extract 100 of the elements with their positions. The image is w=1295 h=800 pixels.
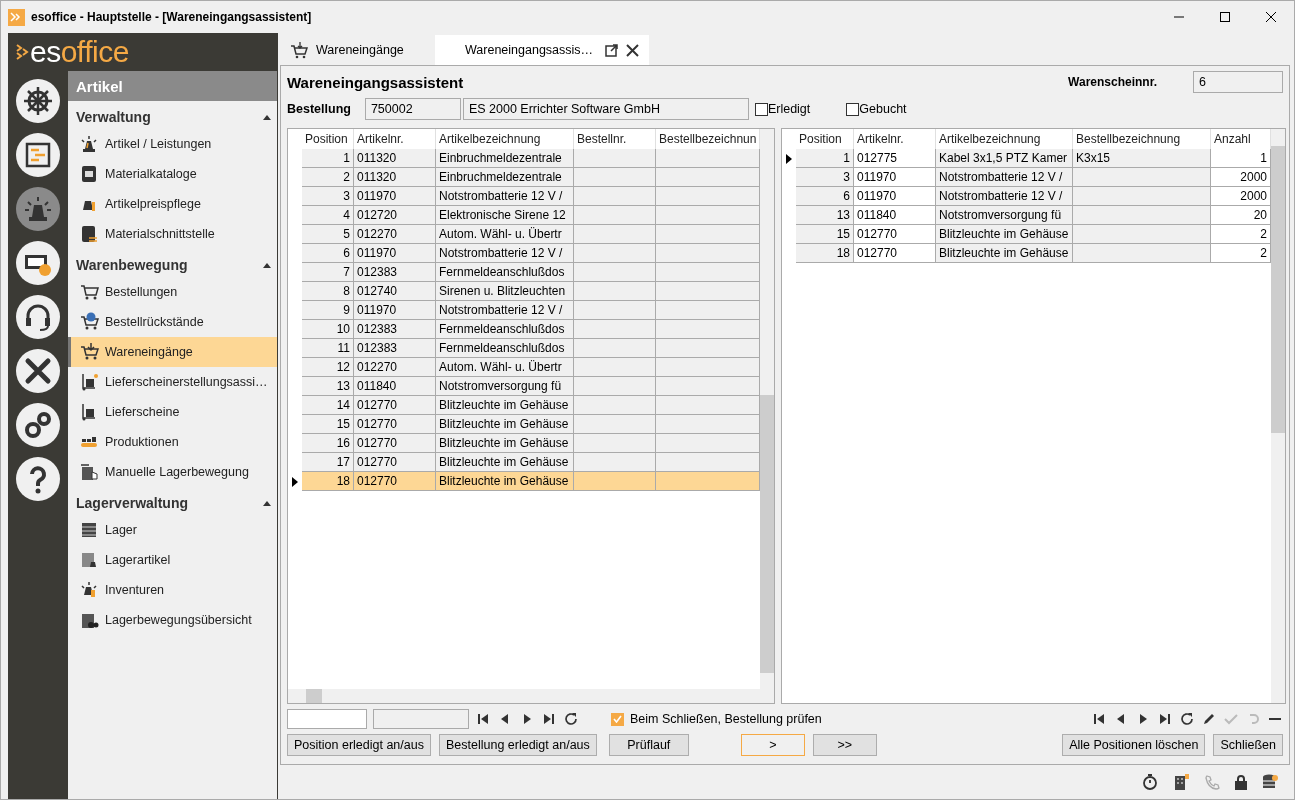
- table-cell: 011320: [354, 149, 436, 168]
- table-row[interactable]: 15 012770 Blitzleuchte im Gehäuse: [288, 415, 760, 434]
- table-cell: 13: [796, 206, 854, 225]
- last-icon[interactable]: [541, 711, 557, 727]
- table-row[interactable]: 18 012770 Blitzleuchte im Gehäuse 2: [782, 244, 1271, 263]
- refresh-icon[interactable]: [1179, 711, 1195, 727]
- table-row[interactable]: 1 011320 Einbruchmeldezentrale: [288, 149, 760, 168]
- table-cell: 1: [796, 149, 854, 168]
- close-icon[interactable]: [626, 43, 640, 57]
- checkbox[interactable]: [754, 102, 768, 116]
- checkbox[interactable]: [846, 102, 860, 116]
- table-row[interactable]: 11 012383 Fernmeldeanschlußdos: [288, 339, 760, 358]
- table-row[interactable]: 2 011320 Einbruchmeldezentrale: [288, 168, 760, 187]
- table-cell: 16: [302, 434, 354, 453]
- action-button[interactable]: Position erledigt an/aus: [287, 734, 431, 756]
- table-row[interactable]: 8 012740 Sirenen u. Blitzleuchten: [288, 282, 760, 301]
- table-cell: 012770: [354, 453, 436, 472]
- table-row[interactable]: 4 012720 Elektronische Sirene 12: [288, 206, 760, 225]
- checkbox-label: Gebucht: [859, 102, 907, 116]
- input-field[interactable]: [373, 709, 469, 729]
- horizontal-scrollbar[interactable]: [288, 689, 760, 703]
- table-row[interactable]: 15 012770 Blitzleuchte im Gehäuse 2: [782, 225, 1271, 244]
- sidebar-item[interactable]: Materialschnittstelle: [68, 219, 277, 249]
- table-row[interactable]: 7 012383 Fernmeldeanschlußdos: [288, 263, 760, 282]
- sidebar-item[interactable]: Wareneingänge: [68, 337, 277, 367]
- table-row[interactable]: 1 012775 Kabel 3x1,5 PTZ Kamer K3x15 1: [782, 149, 1271, 168]
- table-row[interactable]: 6 011970 Notstrombatterie 12 V /: [288, 244, 760, 263]
- first-icon[interactable]: [475, 711, 491, 727]
- sidebar-item[interactable]: Materialkataloge: [68, 159, 277, 189]
- edit-icon[interactable]: [1201, 711, 1217, 727]
- table-cell: 2000: [1211, 187, 1271, 206]
- table-row[interactable]: 3 011970 Notstrombatterie 12 V /: [288, 187, 760, 206]
- vertical-scrollbar[interactable]: [1271, 129, 1285, 703]
- table-cell: Autom. Wähl- u. Übertr: [436, 225, 574, 244]
- action-button[interactable]: Schließen: [1213, 734, 1283, 756]
- table-row[interactable]: 3 011970 Notstrombatterie 12 V / 2000: [782, 168, 1271, 187]
- sidebar-item[interactable]: Lieferscheine: [68, 397, 277, 427]
- siren-icon: [79, 134, 99, 154]
- table-row[interactable]: 10 012383 Fernmeldeanschlußdos: [288, 320, 760, 339]
- table-cell: 2000: [1211, 168, 1271, 187]
- table-row[interactable]: 18 012770 Blitzleuchte im Gehäuse: [288, 472, 760, 491]
- table-row[interactable]: 5 012270 Autom. Wähl- u. Übertr: [288, 225, 760, 244]
- sidebar-item[interactable]: Manuelle Lagerbewegung: [68, 457, 277, 487]
- table-cell: 012383: [354, 339, 436, 358]
- maximize-icon[interactable]: [1220, 12, 1230, 22]
- sidebar-item[interactable]: Artikelpreispflege: [68, 189, 277, 219]
- table-row[interactable]: 6 011970 Notstrombatterie 12 V / 2000: [782, 187, 1271, 206]
- vertical-scrollbar[interactable]: [760, 129, 774, 703]
- table-cell: Notstrombatterie 12 V /: [936, 168, 1073, 187]
- shelf-icon: [79, 520, 99, 540]
- sidebar-header: Artikel: [68, 71, 277, 101]
- table-cell: 011970: [854, 187, 936, 206]
- lock-icon[interactable]: [1234, 774, 1248, 790]
- stopwatch-icon[interactable]: [1142, 774, 1158, 790]
- checkbox[interactable]: [611, 712, 624, 726]
- last-icon[interactable]: [1157, 711, 1173, 727]
- action-button[interactable]: Bestellung erledigt an/aus: [438, 734, 597, 756]
- receipt-number-field[interactable]: 6: [1193, 71, 1283, 93]
- tab[interactable]: Wareneingangsassis…: [435, 35, 650, 65]
- sidebar-item[interactable]: Lieferscheinerstellungsassi…: [68, 367, 277, 397]
- collapse-icon[interactable]: [263, 262, 271, 268]
- app-logo-icon: [8, 8, 25, 26]
- database-icon[interactable]: [1262, 773, 1278, 791]
- table-row[interactable]: 12 012270 Autom. Wähl- u. Übertr: [288, 358, 760, 377]
- sidebar-item[interactable]: Lager: [68, 515, 277, 545]
- table-row[interactable]: 9 011970 Notstrombatterie 12 V /: [288, 301, 760, 320]
- cart-alert-icon: [79, 312, 99, 332]
- check-icon[interactable]: [1223, 711, 1239, 727]
- order-number-field[interactable]: 750002: [364, 98, 461, 120]
- refresh-icon[interactable]: [563, 711, 579, 727]
- collapse-icon[interactable]: [263, 500, 271, 506]
- table-row[interactable]: 13 011840 Notstromversorgung fü: [288, 377, 760, 396]
- catalog-exchange-icon: [79, 224, 99, 244]
- table-row[interactable]: 14 012770 Blitzleuchte im Gehäuse: [288, 396, 760, 415]
- sidebar-item[interactable]: Artikel / Leistungen: [68, 129, 277, 159]
- sidebar-item[interactable]: Bestellrückstände: [68, 307, 277, 337]
- sidebar-item[interactable]: Produktionen: [68, 427, 277, 457]
- close-icon[interactable]: [1266, 12, 1276, 22]
- pop-out-icon[interactable]: [605, 43, 619, 57]
- table-cell: 011970: [354, 301, 436, 320]
- building-icon[interactable]: [1172, 773, 1190, 791]
- table-cell: 011970: [354, 244, 436, 263]
- table-row[interactable]: 17 012770 Blitzleuchte im Gehäuse: [288, 453, 760, 472]
- step-button[interactable]: >: [740, 734, 805, 756]
- supplier-field[interactable]: ES 2000 Errichter Software GmbH: [462, 98, 749, 120]
- sidebar-item[interactable]: Lagerartikel: [68, 545, 277, 575]
- table-row[interactable]: 13 011840 Notstromversorgung fü 20: [782, 206, 1271, 225]
- step-button[interactable]: >>: [812, 734, 877, 756]
- sidebar-item[interactable]: Bestellungen: [68, 277, 277, 307]
- table-cell: 012770: [354, 415, 436, 434]
- action-button[interactable]: Prüflauf: [608, 734, 689, 756]
- table-cell: Einbruchmeldezentrale: [436, 168, 574, 187]
- sidebar-item[interactable]: Inventuren: [68, 575, 277, 605]
- action-button[interactable]: Alle Positionen löschen: [1062, 734, 1206, 756]
- collapse-icon[interactable]: [263, 114, 271, 120]
- sidebar-item[interactable]: Lagerbewegungsübersicht: [68, 605, 277, 635]
- input-field[interactable]: [287, 709, 367, 729]
- table-cell: Blitzleuchte im Gehäuse: [436, 434, 574, 453]
- table-row[interactable]: 16 012770 Blitzleuchte im Gehäuse: [288, 434, 760, 453]
- first-icon[interactable]: [1091, 711, 1107, 727]
